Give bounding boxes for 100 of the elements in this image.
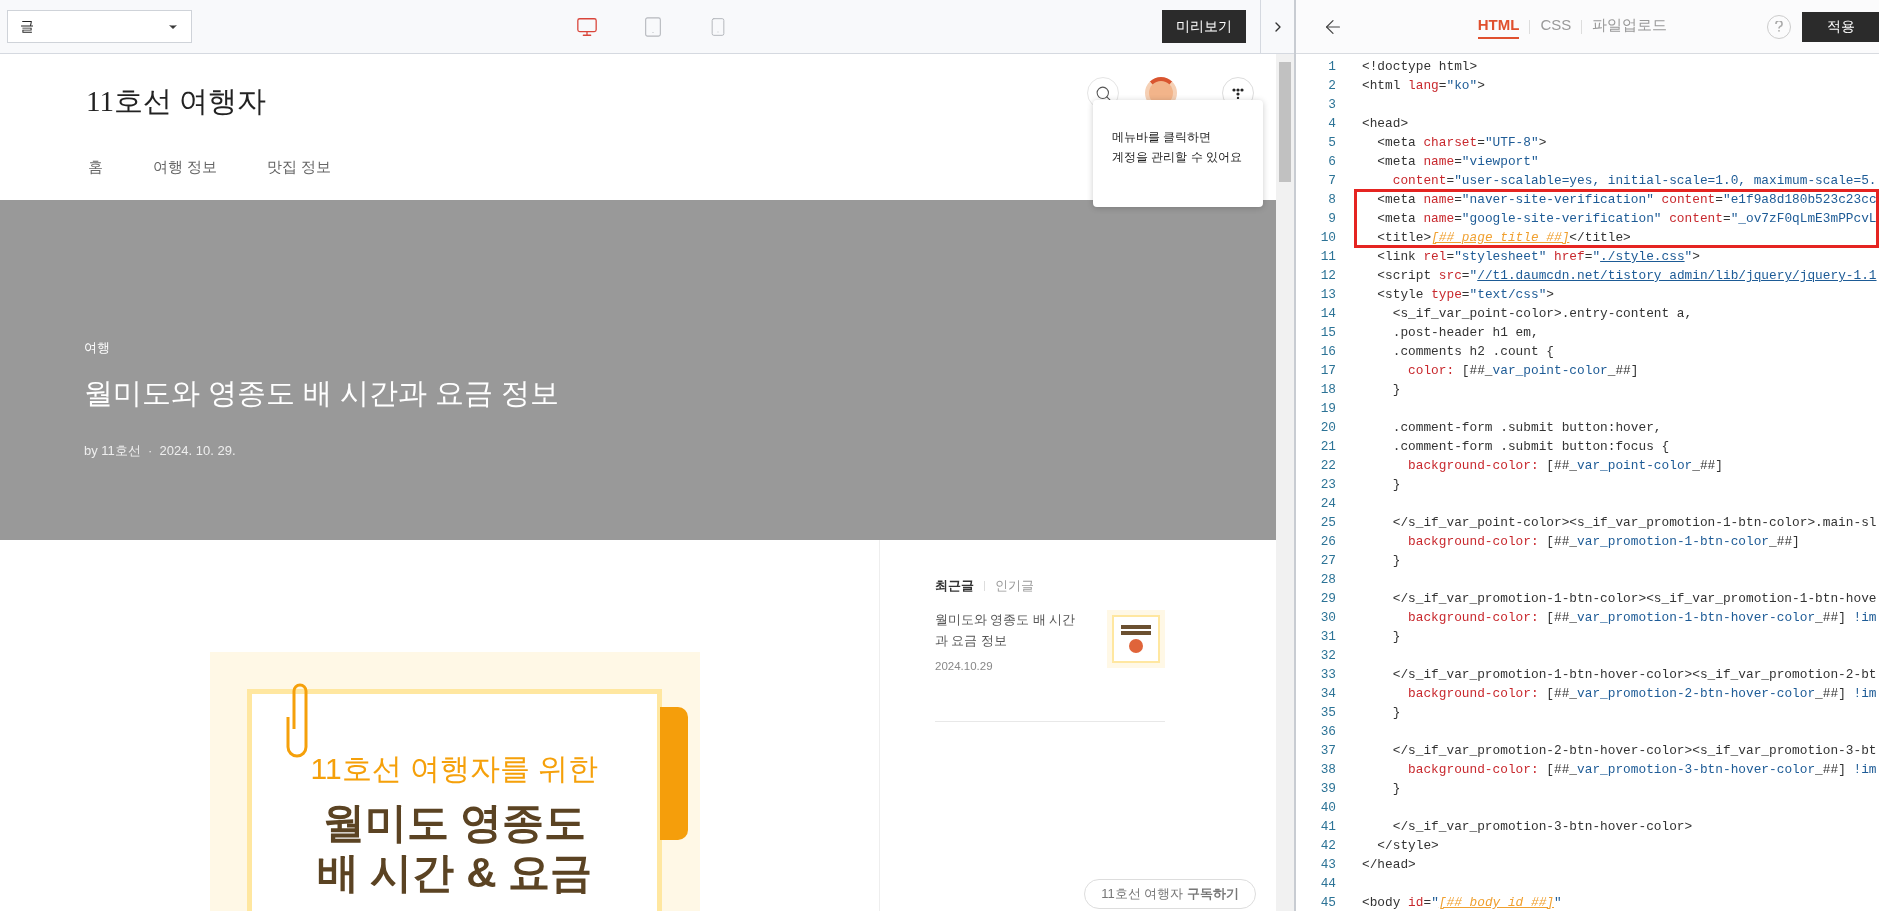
- post-date: 2024.10.29: [935, 658, 994, 674]
- line-number: 7: [1327, 172, 1336, 190]
- code-line: .post-header h1 em,: [1391, 324, 1539, 342]
- code-line: </s_if_var_promotion-1-btn-hover-color><s_if_var_promotion-2-bt: [1391, 666, 1877, 684]
- code-line: .comment-form .submit button:hover,: [1391, 419, 1662, 437]
- line-number: 8: [1327, 191, 1336, 209]
- line-number: 29: [1319, 590, 1336, 608]
- nav-link[interactable]: 여행 정보: [153, 156, 218, 179]
- line-number: 31: [1319, 628, 1336, 646]
- category-select[interactable]: 글: [7, 10, 192, 43]
- line-number: 3: [1327, 96, 1336, 114]
- line-number: 33: [1319, 666, 1336, 684]
- note-card: 11호선 여행자를 위한 월미도 영종도 배 시간 & 요금: [247, 689, 662, 911]
- code-line: }: [1391, 780, 1401, 798]
- line-number: 18: [1319, 381, 1336, 399]
- nav-link[interactable]: 홈: [88, 156, 103, 179]
- apply-button[interactable]: 적용: [1802, 11, 1879, 42]
- line-number: 43: [1319, 856, 1336, 874]
- code-line: <script src="//t1.daumcdn.net/tistory_admin/lib/jquery/jquery-1.1: [1376, 267, 1877, 285]
- search-icon: [1094, 84, 1112, 102]
- line-number: 36: [1319, 723, 1336, 741]
- line-number: 12: [1319, 267, 1336, 285]
- code-line: <s_if_var_point-color>.entry-content a,: [1391, 305, 1693, 323]
- line-number: 11: [1319, 248, 1336, 266]
- editor-tab[interactable]: HTML: [1477, 13, 1520, 40]
- code-line: <meta name="google-site-verification" content="_ov7zF0qLmE3mPPcvL: [1376, 210, 1877, 228]
- line-number: 6: [1327, 153, 1336, 171]
- line-number: 17: [1319, 362, 1336, 380]
- line-number: 23: [1319, 476, 1336, 494]
- blog-title: 11호선 여행자: [86, 84, 267, 119]
- code-line: }: [1391, 628, 1401, 646]
- line-number: 41: [1319, 818, 1336, 836]
- tooltip: 메뉴바를 클릭하면 계정을 관리할 수 있어요: [1093, 100, 1263, 207]
- line-number: 42: [1319, 837, 1336, 855]
- line-number: 35: [1319, 704, 1336, 722]
- line-number: 32: [1319, 647, 1336, 665]
- post-thumbnail: [1107, 609, 1165, 668]
- line-number: 9: [1327, 210, 1336, 228]
- line-number: 28: [1319, 571, 1336, 589]
- line-number: 4: [1327, 115, 1336, 133]
- line-number: 2: [1327, 77, 1336, 95]
- preview-button[interactable]: 미리보기: [1162, 10, 1246, 43]
- line-number: 40: [1319, 799, 1336, 817]
- line-number: 1: [1327, 58, 1336, 76]
- line-number: 22: [1319, 457, 1336, 475]
- code-line: .comment-form .submit button:focus {: [1391, 438, 1670, 456]
- line-number: 25: [1319, 514, 1336, 532]
- line-number: 27: [1319, 552, 1336, 570]
- code-line: </s_if_var_point-color><s_if_var_promotion-1-btn-color>.main-sl: [1391, 514, 1877, 532]
- post-category: 여행: [84, 339, 111, 357]
- code-line: color: [##_var_point-color_##]: [1407, 362, 1639, 380]
- code-line: <title>[##_page_title_##]</title>: [1376, 229, 1631, 247]
- code-line: background-color: [##_var_promotion-3-btn-hover-color_##] !im: [1407, 761, 1877, 779]
- code-line: <meta name="naver-site-verification" content="e1f9a8d180b523c23cc: [1376, 191, 1877, 209]
- code-line: <html lang="ko">: [1362, 77, 1485, 95]
- code-line: <style type="text/css">: [1376, 286, 1554, 304]
- scrollbar[interactable]: [1276, 54, 1294, 911]
- code-line: }: [1391, 704, 1401, 722]
- code-line: background-color: [##_var_point-color_##]: [1407, 457, 1723, 475]
- line-number: 15: [1319, 324, 1336, 342]
- line-number: 34: [1319, 685, 1336, 703]
- code-line: }: [1391, 552, 1401, 570]
- code-line: }: [1391, 381, 1401, 399]
- line-number: 44: [1319, 875, 1336, 893]
- line-number: 5: [1327, 134, 1336, 152]
- question-icon: [1775, 21, 1783, 32]
- line-number: 16: [1319, 343, 1336, 361]
- line-number: 39: [1319, 780, 1336, 798]
- post-title: 월미도와 영종도 배 시간과 요금 정보: [84, 375, 560, 411]
- line-number: 45: [1319, 894, 1336, 911]
- line-number: 21: [1319, 438, 1336, 456]
- line-number: 38: [1319, 761, 1336, 779]
- code-line: <meta name="viewport": [1376, 153, 1539, 171]
- code-line: <link rel="stylesheet" href="./style.css">: [1376, 248, 1700, 266]
- recent-post-link[interactable]: 월미도와 영종도 배 시간과 요금 정보: [935, 609, 1085, 652]
- line-number: 20: [1319, 419, 1336, 437]
- line-number: 19: [1319, 400, 1336, 418]
- line-number: 13: [1319, 286, 1336, 304]
- code-line: <body id="[##_body_id_##]": [1362, 894, 1562, 911]
- line-number: 26: [1319, 533, 1336, 551]
- dots-icon: [1232, 87, 1244, 99]
- code-line: }: [1391, 476, 1401, 494]
- code-line: <head>: [1362, 115, 1409, 133]
- line-number: 14: [1319, 305, 1336, 323]
- code-line: </s_if_var_promotion-1-btn-color><s_if_var_promotion-1-btn-hove: [1391, 590, 1877, 608]
- post-byline: by 11호선 · 2024. 10. 29.: [84, 442, 237, 460]
- code-line: </s_if_var_promotion-3-btn-hover-color>: [1391, 818, 1693, 836]
- line-number: 37: [1319, 742, 1336, 760]
- line-number: 24: [1319, 495, 1336, 513]
- code-line: background-color: [##_var_promotion-2-btn-hover-color_##] !im: [1407, 685, 1877, 703]
- code-line: </style>: [1376, 837, 1439, 855]
- sidebar-tab[interactable]: 최근글: [935, 576, 974, 596]
- desktop-icon: [576, 15, 598, 38]
- code-line: background-color: [##_var_promotion-1-btn-hover-color_##] !im: [1407, 609, 1877, 627]
- nav-link[interactable]: 맛집 정보: [267, 156, 332, 179]
- code-line: </s_if_var_promotion-2-btn-hover-color><s_if_var_promotion-3-bt: [1391, 742, 1877, 760]
- code-line: <!doctype html>: [1362, 58, 1478, 76]
- code-line: <meta charset="UTF-8">: [1376, 134, 1547, 152]
- code-line: </head>: [1362, 856, 1416, 874]
- code-line: background-color: [##_var_promotion-1-btn-color_##]: [1407, 533, 1800, 551]
